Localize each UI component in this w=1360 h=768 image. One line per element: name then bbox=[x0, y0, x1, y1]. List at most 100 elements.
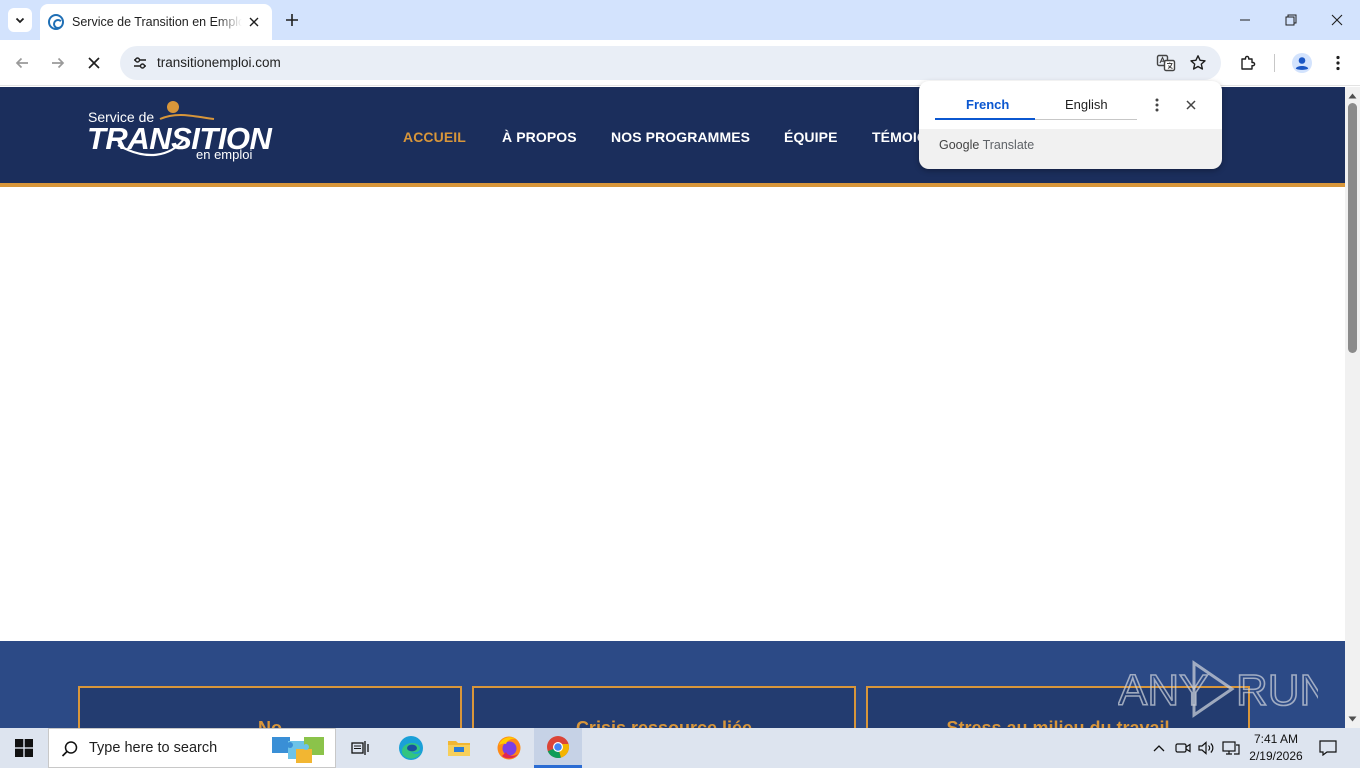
search-placeholder: Type here to search bbox=[89, 740, 218, 756]
url-text[interactable]: transitionemploi.com bbox=[157, 55, 281, 70]
page-viewport: Service de TRANSITION en emploi ACCUEIL … bbox=[0, 87, 1345, 728]
puzzle-icon bbox=[1241, 55, 1256, 70]
taskbar-search-box[interactable]: Type here to search bbox=[48, 728, 336, 768]
meet-now-button[interactable] bbox=[1173, 728, 1193, 768]
restore-button[interactable] bbox=[1268, 0, 1314, 40]
close-window-button[interactable] bbox=[1314, 0, 1360, 40]
extensions-button[interactable] bbox=[1236, 51, 1260, 75]
more-vertical-icon bbox=[1336, 55, 1340, 71]
star-icon bbox=[1190, 55, 1206, 70]
close-icon bbox=[1331, 14, 1343, 26]
folder-icon bbox=[448, 741, 470, 756]
triangle-down-icon bbox=[1348, 716, 1357, 721]
chrome-icon bbox=[547, 735, 570, 758]
forward-button[interactable] bbox=[46, 51, 70, 75]
source-language-tab[interactable]: French bbox=[966, 97, 1009, 112]
tab-strip: Service de Transition en Emploi bbox=[0, 0, 1360, 40]
tune-icon bbox=[134, 57, 146, 69]
active-tab[interactable]: Service de Transition en Emploi bbox=[40, 4, 272, 40]
triangle-up-icon bbox=[1348, 93, 1357, 98]
arrow-left-icon bbox=[15, 57, 28, 69]
bookmark-button[interactable] bbox=[1186, 51, 1210, 75]
search-highlight-puzzle-icon bbox=[272, 737, 324, 763]
tab-divider bbox=[1035, 119, 1137, 120]
edge-taskbar-button[interactable] bbox=[387, 728, 435, 768]
restore-icon bbox=[1285, 14, 1297, 26]
back-button[interactable] bbox=[10, 51, 34, 75]
notification-icon bbox=[1319, 740, 1337, 756]
google-word: Google bbox=[939, 138, 980, 152]
start-button[interactable] bbox=[0, 728, 48, 768]
anyrun-watermark-logo: ANY RUN bbox=[1118, 660, 1318, 718]
tab-search-button[interactable] bbox=[8, 8, 32, 32]
close-icon bbox=[1186, 100, 1196, 110]
page-scrollbar[interactable] bbox=[1345, 87, 1360, 728]
google-translate-brand: Google Translate bbox=[939, 138, 1034, 152]
scroll-down-button[interactable] bbox=[1348, 714, 1357, 723]
nav-equipe[interactable]: ÉQUIPE bbox=[784, 129, 838, 145]
service-card[interactable]: Crisis ressource liée bbox=[472, 686, 856, 728]
minimize-icon bbox=[1240, 19, 1250, 21]
firefox-taskbar-button[interactable] bbox=[485, 728, 533, 768]
svg-text:RUN: RUN bbox=[1236, 666, 1318, 715]
close-icon bbox=[249, 17, 259, 27]
search-icon bbox=[61, 741, 78, 757]
site-info-button[interactable] bbox=[128, 51, 152, 75]
service-card-title: No bbox=[258, 718, 282, 728]
nav-a-propos[interactable]: À PROPOS bbox=[502, 129, 577, 145]
nav-nos-programmes[interactable]: NOS PROGRAMMES bbox=[611, 129, 750, 145]
site-logo[interactable]: Service de TRANSITION en emploi bbox=[86, 99, 272, 163]
camera-icon bbox=[1175, 743, 1191, 753]
translate-button[interactable] bbox=[1154, 51, 1178, 75]
file-explorer-taskbar-button[interactable] bbox=[435, 728, 483, 768]
avatar-icon bbox=[1292, 53, 1312, 73]
nav-accueil[interactable]: ACCUEIL bbox=[403, 129, 466, 145]
chrome-menu-button[interactable] bbox=[1326, 51, 1350, 75]
windows-logo-icon bbox=[15, 739, 33, 757]
close-icon bbox=[88, 57, 100, 69]
translate-word: Translate bbox=[982, 138, 1035, 152]
site-favicon-icon bbox=[48, 14, 64, 30]
translate-options-button[interactable] bbox=[1147, 95, 1167, 115]
network-icon bbox=[1222, 741, 1240, 755]
clock-date: 2/19/2026 bbox=[1249, 749, 1303, 763]
service-card-title: Crisis ressource liée bbox=[575, 718, 753, 728]
scrollbar-thumb[interactable] bbox=[1348, 103, 1357, 353]
more-vertical-icon bbox=[1155, 98, 1159, 112]
active-tab-indicator bbox=[935, 118, 1035, 120]
tab-title: Service de Transition en Emploi bbox=[72, 15, 242, 29]
new-tab-button[interactable] bbox=[282, 10, 302, 30]
task-view-button[interactable] bbox=[336, 728, 384, 768]
scroll-up-button[interactable] bbox=[1348, 91, 1357, 100]
chevron-up-icon bbox=[1153, 745, 1165, 752]
plus-icon bbox=[286, 14, 298, 26]
volume-button[interactable] bbox=[1197, 728, 1217, 768]
clock-time: 7:41 AM bbox=[1253, 732, 1299, 746]
windows-taskbar: Type here to search 7:41 AM 2/19/2026 bbox=[0, 728, 1360, 768]
edge-icon bbox=[399, 736, 423, 760]
translate-popup: French English Google Translate bbox=[919, 81, 1222, 169]
taskbar-clock[interactable]: 7:41 AM 2/19/2026 bbox=[1248, 731, 1304, 765]
translate-icon bbox=[1156, 54, 1176, 72]
translate-close-button[interactable] bbox=[1181, 95, 1201, 115]
profile-button[interactable] bbox=[1290, 51, 1314, 75]
target-language-tab[interactable]: English bbox=[1065, 97, 1108, 112]
service-card[interactable]: No bbox=[78, 686, 462, 728]
notifications-button[interactable] bbox=[1316, 728, 1340, 768]
chevron-down-icon bbox=[15, 17, 25, 24]
minimize-button[interactable] bbox=[1222, 0, 1268, 40]
chrome-taskbar-button[interactable] bbox=[534, 728, 582, 768]
task-view-icon bbox=[351, 741, 369, 755]
address-bar[interactable]: transitionemploi.com bbox=[120, 46, 1221, 80]
arrow-right-icon bbox=[52, 57, 65, 69]
toolbar-divider bbox=[1274, 54, 1275, 72]
tab-close-button[interactable] bbox=[246, 14, 262, 30]
translate-language-tabs: French English bbox=[919, 81, 1222, 129]
show-hidden-icons-button[interactable] bbox=[1150, 728, 1168, 768]
stop-loading-button[interactable] bbox=[82, 51, 106, 75]
logo-line-3: en emploi bbox=[196, 147, 253, 162]
network-button[interactable] bbox=[1221, 728, 1241, 768]
speaker-icon bbox=[1198, 741, 1214, 755]
firefox-icon bbox=[497, 736, 521, 760]
browser-toolbar: transitionemploi.com bbox=[0, 40, 1360, 86]
